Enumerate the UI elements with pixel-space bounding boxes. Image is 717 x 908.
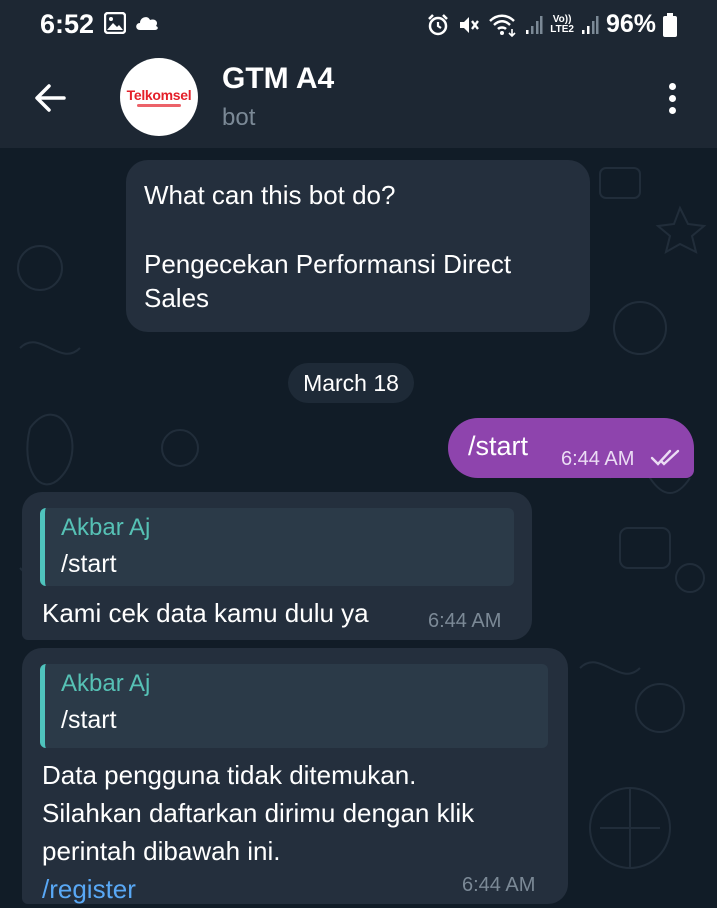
reply-quote-text: /start bbox=[61, 706, 117, 734]
more-menu-button[interactable] bbox=[660, 76, 684, 120]
incoming-message-body: Data pengguna tidak ditemukan. Silahkan … bbox=[42, 756, 474, 908]
incoming-message-time: 6:44 AM bbox=[428, 610, 502, 632]
status-bar: 6:52 Vo)) LTE2 96% bbox=[0, 0, 717, 48]
outgoing-message-text: /start bbox=[468, 431, 529, 461]
signal-icon bbox=[581, 15, 599, 34]
incoming-message-line: Silahkan daftarkan dirimu dengan klik bbox=[42, 798, 475, 828]
incoming-message[interactable]: Akbar Aj /start Data pengguna tidak dite… bbox=[22, 648, 568, 904]
outgoing-message[interactable]: /start 6:44 AM bbox=[448, 418, 694, 478]
bot-info-question: What can this bot do? bbox=[144, 180, 396, 210]
chat-subtitle: bot bbox=[222, 104, 256, 131]
wifi-icon bbox=[489, 14, 516, 37]
more-vertical-icon bbox=[668, 82, 676, 90]
battery-percent: 96% bbox=[605, 10, 656, 38]
lte-indicator: Vo)) LTE2 bbox=[550, 13, 574, 35]
bot-info-description: Pengecekan Performansi Direct Sales bbox=[144, 249, 512, 313]
avatar-brand-text: Telkomsel bbox=[126, 87, 192, 103]
cloud-icon bbox=[136, 17, 158, 30]
chat-title[interactable]: GTM A4 bbox=[222, 62, 334, 96]
reply-quote[interactable]: Akbar Aj /start bbox=[40, 664, 548, 748]
status-time: 6:52 bbox=[40, 9, 95, 39]
bot-info-card: What can this bot do? Pengecekan Perform… bbox=[126, 160, 590, 332]
incoming-message-text: Kami cek data kamu dulu ya bbox=[42, 598, 369, 628]
reply-quote-author: Akbar Aj bbox=[61, 670, 151, 697]
avatar-swoosh bbox=[137, 104, 181, 107]
reply-quote-author: Akbar Aj bbox=[61, 514, 151, 541]
status-left-icons bbox=[104, 12, 160, 34]
status-right-icons: Vo)) LTE2 96% bbox=[426, 10, 677, 39]
battery-icon bbox=[663, 12, 677, 37]
outgoing-message-time: 6:44 AM bbox=[561, 448, 635, 470]
avatar[interactable]: Telkomsel bbox=[120, 58, 198, 136]
alarm-icon bbox=[428, 13, 449, 35]
back-button[interactable] bbox=[28, 76, 72, 120]
more-vertical-icon-dot bbox=[668, 94, 676, 102]
image-icon bbox=[104, 12, 126, 34]
lte-volte-label: Vo)) bbox=[552, 13, 572, 25]
reply-quote[interactable]: Akbar Aj /start bbox=[40, 508, 514, 586]
reply-quote-text: /start bbox=[61, 550, 117, 578]
more-vertical-icon-dot bbox=[668, 106, 676, 114]
incoming-message-line: perintah dibawah ini. bbox=[42, 836, 281, 866]
double-check-icon bbox=[650, 449, 680, 466]
incoming-message[interactable]: Akbar Aj /start Kami cek data kamu dulu … bbox=[22, 492, 532, 640]
incoming-message-time: 6:44 AM bbox=[462, 874, 536, 896]
signal-icon bbox=[526, 15, 543, 34]
mute-icon bbox=[460, 16, 480, 33]
incoming-message-line: Data pengguna tidak ditemukan. bbox=[42, 760, 417, 790]
arrow-left-icon bbox=[35, 84, 66, 112]
lte-type-label: LTE2 bbox=[550, 23, 574, 35]
date-separator: March 18 bbox=[288, 363, 414, 403]
register-command-link[interactable]: /register bbox=[42, 870, 474, 908]
chat-header: Telkomsel GTM A4 bot bbox=[0, 48, 717, 148]
